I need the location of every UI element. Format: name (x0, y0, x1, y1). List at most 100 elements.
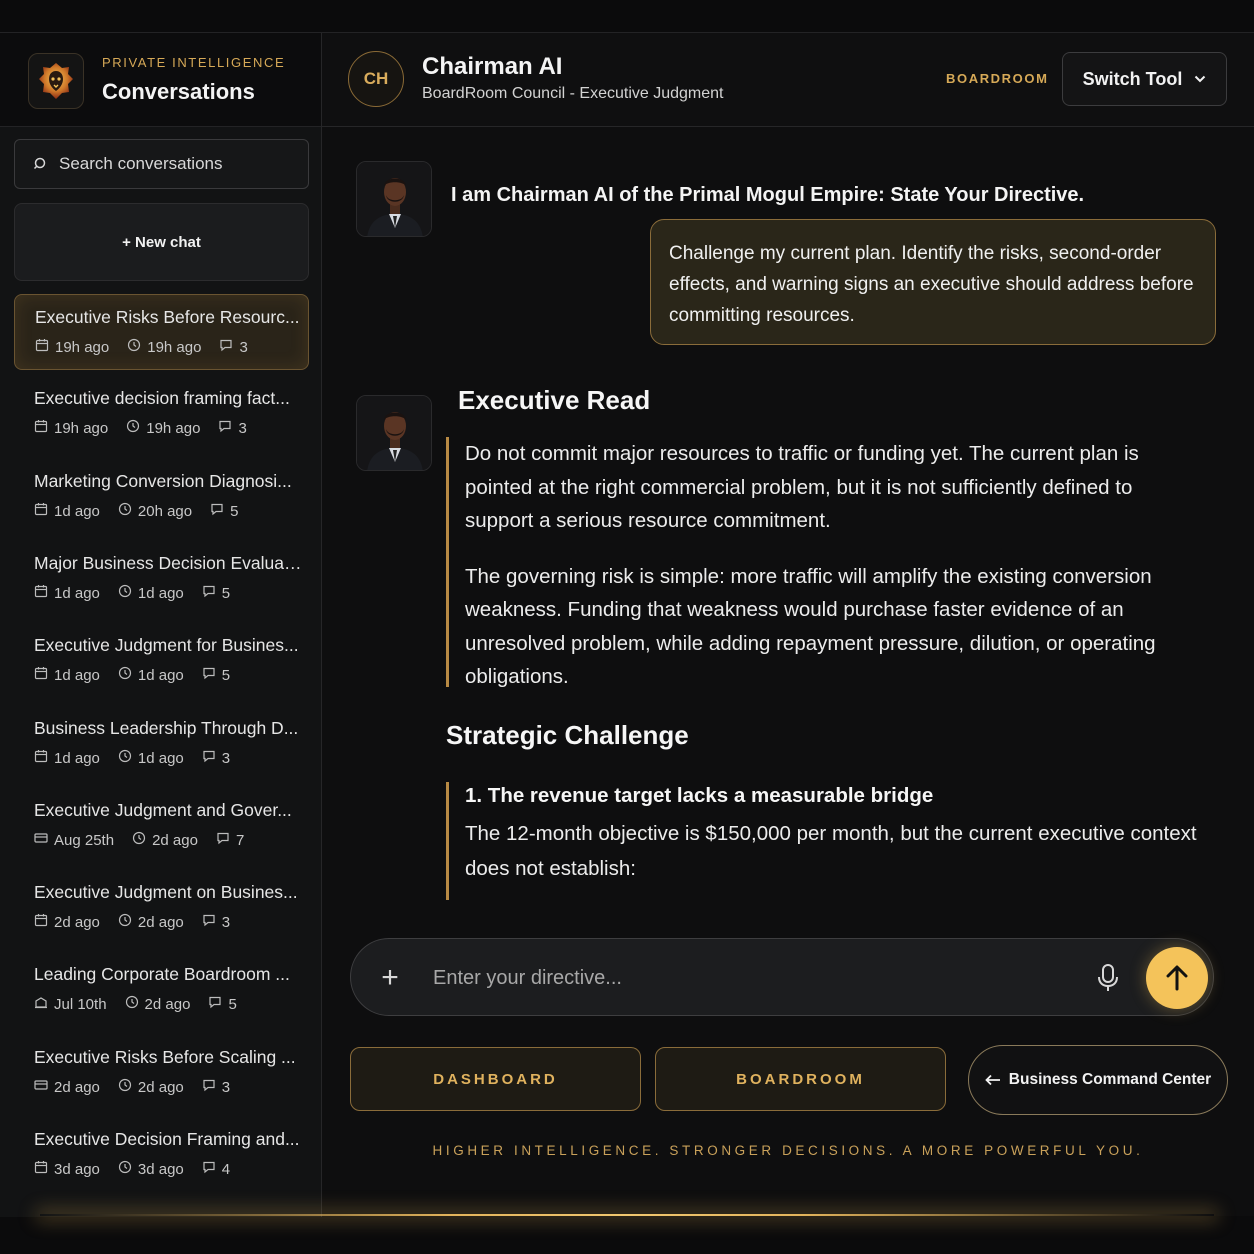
updated-time: 2d ago (137, 1078, 184, 1096)
conversation-item[interactable]: Executive Judgment on Busines... 2d ago 2d… (14, 870, 309, 946)
updated-time: 1d ago (137, 584, 184, 602)
conversation-title: Major Business Decision Evaluat... (34, 553, 302, 573)
assistant-intro-message: I am Chairman AI of the Primal Mogul Emp… (451, 184, 1085, 206)
conversation-meta: 2d ago 2d ago 3 (34, 1078, 309, 1096)
updated-time: 1d ago (137, 749, 184, 767)
sidebar-header: PRIVATE INTELLIGENCE Conversations (0, 33, 321, 127)
updated-time: 19h ago (147, 338, 202, 356)
strategic-challenge-heading: Strategic Challenge (446, 720, 689, 750)
conversation-title: Executive Judgment for Busines... (34, 635, 299, 655)
message-count: 5 (221, 584, 231, 602)
conversation-item[interactable]: Executive Decision Framing and... 3d ago 3… (14, 1117, 309, 1193)
created-time: 3d ago (54, 1160, 100, 1178)
boardroom-link[interactable]: BOARDROOM (946, 71, 1049, 86)
updated-time: 2d ago (137, 913, 184, 931)
switch-tool-label: Switch Tool (1082, 68, 1183, 89)
message-count: 3 (221, 749, 231, 767)
message-count: 5 (228, 995, 237, 1013)
message-count: 3 (221, 913, 231, 931)
calendar-icon (34, 1160, 48, 1178)
conversation-item[interactable]: Executive Judgment and Gover... Aug 25th 2… (14, 788, 309, 864)
conversation-meta: 1d ago 1d ago 5 (34, 584, 309, 602)
executive-read-paragraph-1: Do not commit major resources to traffic… (465, 442, 1139, 532)
message-composer: + (350, 938, 1214, 1016)
microphone-icon[interactable] (1095, 963, 1121, 993)
conversation-title: Executive Risks Before Scaling ... (34, 1047, 296, 1067)
calendar-icon (34, 666, 48, 684)
conversation-item[interactable]: Executive decision framing fact... 19h ag… (14, 376, 309, 452)
calendar-icon (34, 749, 48, 767)
send-button[interactable] (1146, 947, 1208, 1009)
strategic-point-quote: 1. The revenue target lacks a measurable… (446, 782, 1206, 900)
created-time: 19h ago (55, 338, 110, 356)
clock-icon (127, 338, 141, 356)
switch-tool-button[interactable]: Switch Tool (1062, 52, 1227, 106)
clock-icon (132, 831, 146, 849)
conversation-item[interactable]: Major Business Decision Evaluat... 1d ago… (14, 541, 309, 617)
message-count: 3 (239, 338, 248, 356)
chairman-avatar (356, 395, 432, 471)
created-time: 1d ago (54, 584, 100, 602)
message-count-icon (202, 1160, 216, 1178)
message-count: 3 (238, 419, 247, 437)
message-count-icon (202, 913, 216, 931)
tagline: HIGHER INTELLIGENCE. STRONGER DECISIONS.… (432, 1143, 1144, 1158)
sidebar-eyebrow: PRIVATE INTELLIGENCE (102, 55, 286, 70)
calendar-icon (34, 913, 48, 931)
created-time: Jul 10th (54, 995, 107, 1013)
conversation-item[interactable]: Leading Corporate Boardroom ... Jul 10th 2… (14, 952, 309, 1028)
chairman-avatar (356, 161, 432, 237)
clock-icon (126, 419, 140, 437)
conversation-item[interactable]: Executive Risks Before Resourc... 19h ago… (14, 294, 309, 370)
card-icon (34, 1078, 48, 1096)
conversation-meta: 2d ago 2d ago 3 (34, 913, 309, 931)
created-time: 1d ago (54, 502, 100, 520)
message-count-icon (202, 666, 216, 684)
conversation-meta: Aug 25th 2d ago 7 (34, 831, 309, 849)
conversation-item[interactable]: Executive Judgment for Busines... 1d ago 1… (14, 623, 309, 699)
conversation-title: Marketing Conversion Diagnosi... (34, 471, 292, 491)
message-count: 3 (221, 1078, 231, 1096)
conversation-item[interactable]: Executive Risks Before Scaling ... 2d ago… (14, 1035, 309, 1111)
message-count-icon (218, 419, 232, 437)
updated-time: 19h ago (146, 419, 201, 437)
executive-read-paragraph-2: The governing risk is simple: more traff… (465, 564, 1156, 689)
dashboard-button[interactable]: DASHBOARD (350, 1047, 641, 1111)
message-count: 5 (221, 666, 231, 684)
assistant-title: Chairman AI (422, 53, 563, 80)
clock-icon (118, 913, 132, 931)
sidebar: PRIVATE INTELLIGENCE Conversations Searc… (0, 33, 322, 1217)
message-count-icon (210, 502, 224, 520)
updated-time: 2d ago (152, 831, 198, 849)
updated-time: 3d ago (137, 1160, 184, 1178)
directive-input[interactable] (433, 957, 1053, 999)
conversation-item[interactable]: Business Leadership Through D... 1d ago 1d… (14, 706, 309, 782)
conversation-item[interactable]: Marketing Conversion Diagnosi... 1d ago 20… (14, 459, 309, 535)
conversation-meta: 1d ago 1d ago 5 (34, 666, 309, 684)
message-count: 4 (221, 1160, 231, 1178)
message-count-icon (202, 1078, 216, 1096)
conversation-title: Leading Corporate Boardroom ... (34, 964, 290, 984)
new-chat-button[interactable]: + New chat (14, 203, 309, 281)
conversation-title: Executive Decision Framing and... (34, 1129, 300, 1149)
lion-logo-icon (28, 53, 84, 109)
message-count: 7 (235, 831, 245, 849)
calendar-icon (34, 419, 48, 437)
search-icon (33, 157, 46, 170)
user-message-bubble: Challenge my current plan. Identify the … (650, 219, 1216, 345)
attach-plus-icon[interactable]: + (375, 963, 405, 993)
business-command-center-button[interactable]: Business Command Center (968, 1045, 1228, 1115)
calendar-icon (35, 338, 49, 356)
created-time: 2d ago (54, 913, 100, 931)
boardroom-button[interactable]: BOARDROOM (655, 1047, 946, 1111)
message-count-icon (219, 338, 233, 356)
updated-time: 2d ago (144, 995, 191, 1013)
conversation-title: Executive Judgment on Busines... (34, 882, 298, 902)
clock-icon (118, 584, 132, 602)
message-count-icon (208, 995, 222, 1013)
created-time: 19h ago (54, 419, 109, 437)
strategic-point-1-body: The 12-month objective is $150,000 per m… (465, 822, 1197, 880)
sidebar-title: Conversations (102, 79, 255, 104)
search-conversations-input[interactable]: Search conversations (14, 139, 309, 189)
updated-time: 1d ago (137, 666, 184, 684)
